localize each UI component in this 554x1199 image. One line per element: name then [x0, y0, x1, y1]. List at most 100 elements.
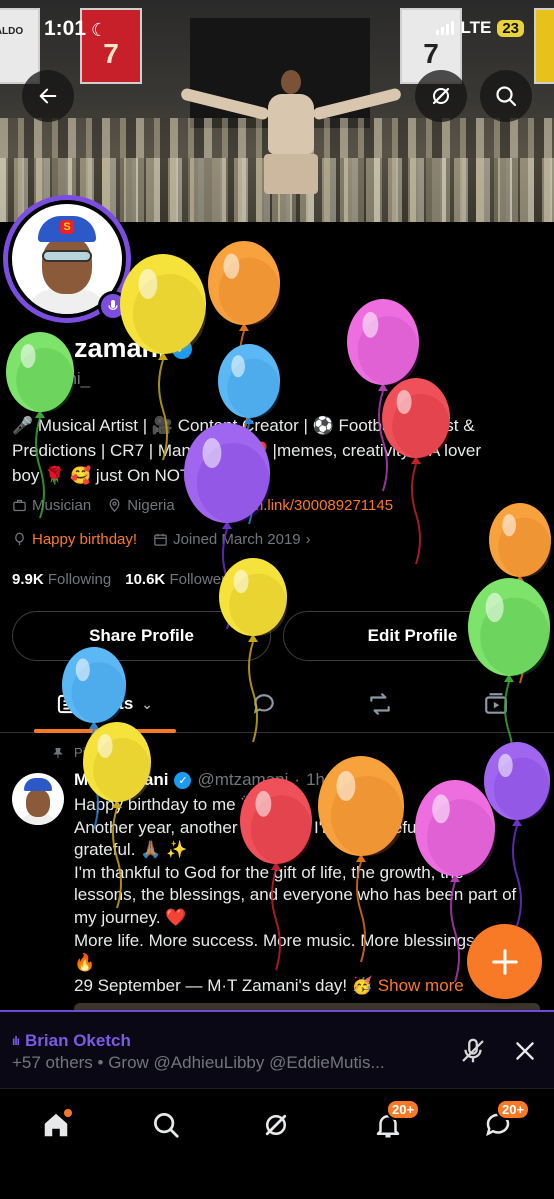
share-profile-button[interactable]: Share Profile [12, 611, 271, 661]
post-time: 1h [306, 770, 325, 789]
space-host: ılı Brian Oketch [12, 1031, 131, 1051]
post-line: grateful. 🙏🏽 ✨ [74, 840, 188, 860]
space-host-name: Brian Oketch [25, 1031, 131, 1050]
moon-icon: ☾ [91, 20, 108, 40]
bio-line: 🎤 Musical Artist | 🎥 Content Creator | ⚽… [12, 416, 475, 435]
category-item: Musician [12, 497, 91, 514]
birthday-item: Happy birthday! [12, 531, 137, 548]
close-icon[interactable] [512, 1038, 538, 1064]
network-label: LTE [460, 18, 492, 37]
unread-dot [64, 1109, 72, 1117]
tab-posts-label: Posts [86, 694, 134, 713]
bio-line: boy 🌹 🥰 just On NOT inactive [12, 466, 253, 485]
battery-icon: 23 [497, 19, 524, 37]
profile-meta-row-2: Happy birthday! Joined March 2019 › [12, 531, 311, 548]
post-line: Happy birthday to me 🎉❤️ [74, 795, 283, 814]
briefcase-icon [13, 499, 26, 512]
live-space-bar[interactable]: ılı Brian Oketch +57 others • Grow @Adhi… [0, 1010, 554, 1088]
banner-shirt-red: 7 [80, 8, 142, 84]
pinned-label: Pinned [52, 745, 114, 760]
grok-button[interactable] [415, 70, 467, 122]
verified-badge-icon: ✓ [171, 338, 192, 359]
show-more-link[interactable]: Show more [378, 976, 464, 995]
reply-bubble-icon [253, 694, 274, 714]
location-text: Nigeria [127, 497, 175, 514]
back-button[interactable] [22, 70, 74, 122]
bio-line: Predictions | CR7 | Man U Fan ❤️ |memes,… [12, 441, 482, 460]
nav-grok[interactable] [256, 1105, 296, 1145]
pinned-text: Pinned [74, 745, 115, 760]
compose-post-button[interactable] [467, 924, 542, 999]
plus-icon [491, 948, 518, 975]
tab-replies[interactable] [236, 677, 292, 731]
followers-label: Followers [169, 571, 234, 588]
audio-wave-icon: ılı [12, 1034, 20, 1048]
status-time: 1:01 [44, 17, 87, 40]
repost-icon [370, 693, 390, 715]
active-tab-indicator [34, 729, 176, 733]
verified-badge-icon: ✓ [174, 771, 192, 789]
followers-link[interactable]: 10.6K Followers [125, 571, 233, 588]
chevron-down-icon: ⌄ [141, 695, 154, 712]
location-pin-icon [109, 498, 120, 513]
microphone-icon [108, 300, 118, 310]
joined-text: Joined March 2019 [173, 531, 301, 548]
post-line-date: 29 September — M·T Zamani's day! 🥳 [74, 975, 374, 995]
search-icon [154, 1113, 179, 1138]
signal-icon [436, 21, 455, 35]
tab-reposts[interactable] [352, 677, 408, 731]
post-avatar[interactable] [12, 773, 64, 825]
arrow-left-icon [39, 88, 57, 104]
profile-handle-text: ani_ [58, 369, 91, 388]
following-label: Following [47, 571, 112, 588]
post-line: I'm thankful to God for the gift of life… [74, 862, 464, 882]
space-live-badge[interactable] [98, 291, 128, 321]
profile-link[interactable]: m.link/300089271145 [251, 497, 393, 514]
nav-notifications[interactable]: 20+ [368, 1099, 421, 1145]
grok-icon [432, 87, 450, 105]
location-item: Nigeria [107, 497, 175, 514]
follow-stats: 9.9K Following 10.6K Followers [12, 571, 234, 588]
status-indicators: LTE 23 [436, 18, 524, 38]
profile-name-text: zamani [74, 333, 166, 363]
tab-media[interactable] [468, 677, 524, 731]
edit-profile-button[interactable]: Edit Profile [283, 611, 542, 661]
following-count: 9.9K [12, 571, 44, 588]
post-author[interactable]: M·T Zamani [74, 770, 168, 790]
following-link[interactable]: 9.9K Following [12, 571, 111, 588]
profile-tabs: Posts ⌄ [0, 677, 554, 733]
post-line: Another year, another blessing, I'm so g… [74, 817, 425, 837]
tab-posts[interactable]: Posts ⌄ [34, 677, 176, 731]
banner-person [179, 70, 403, 200]
posts-list-icon [57, 694, 79, 714]
category-text: Musician [32, 497, 92, 514]
space-participants: +57 others • Grow @AdhieuLibby @EddieMut… [12, 1053, 385, 1072]
profile-handle: ani_ [12, 369, 90, 389]
media-icon [485, 693, 507, 714]
balloon [208, 241, 280, 432]
profile-name: zamani ✓ [12, 333, 192, 364]
chevron-right-icon: › [305, 531, 311, 548]
followers-count: 10.6K [125, 571, 166, 588]
post-header: M·T Zamani ✓ @mtzamani · 1h [74, 770, 325, 790]
search-icon [496, 86, 517, 107]
pin-icon [53, 747, 63, 758]
birthday-text: Happy birthday! [32, 531, 138, 548]
grok-icon [265, 1114, 287, 1136]
nav-home[interactable] [36, 1105, 76, 1145]
mic-off-icon[interactable] [458, 1036, 488, 1066]
profile-meta-row: Musician Nigeria m.link/300089271145 [12, 497, 393, 514]
post-handle: @mtzamani [197, 770, 289, 789]
calendar-icon [154, 533, 167, 546]
balloon-icon [15, 532, 24, 546]
joined-item[interactable]: Joined March 2019 › [153, 531, 311, 548]
search-button[interactable] [480, 70, 532, 122]
profile-link-text[interactable]: m.link/300089271145 [251, 497, 393, 514]
post-line: my journey. ❤️ [74, 907, 187, 927]
messages-badge: 20+ [496, 1099, 531, 1120]
nav-search[interactable] [146, 1105, 186, 1145]
bottom-navigation: 20+ 20+ [0, 1088, 554, 1199]
profile-bio: 🎤 Musical Artist | 🎥 Content Creator | ⚽… [12, 413, 537, 488]
nav-messages[interactable]: 20+ [478, 1099, 531, 1145]
notifications-badge: 20+ [386, 1099, 421, 1120]
